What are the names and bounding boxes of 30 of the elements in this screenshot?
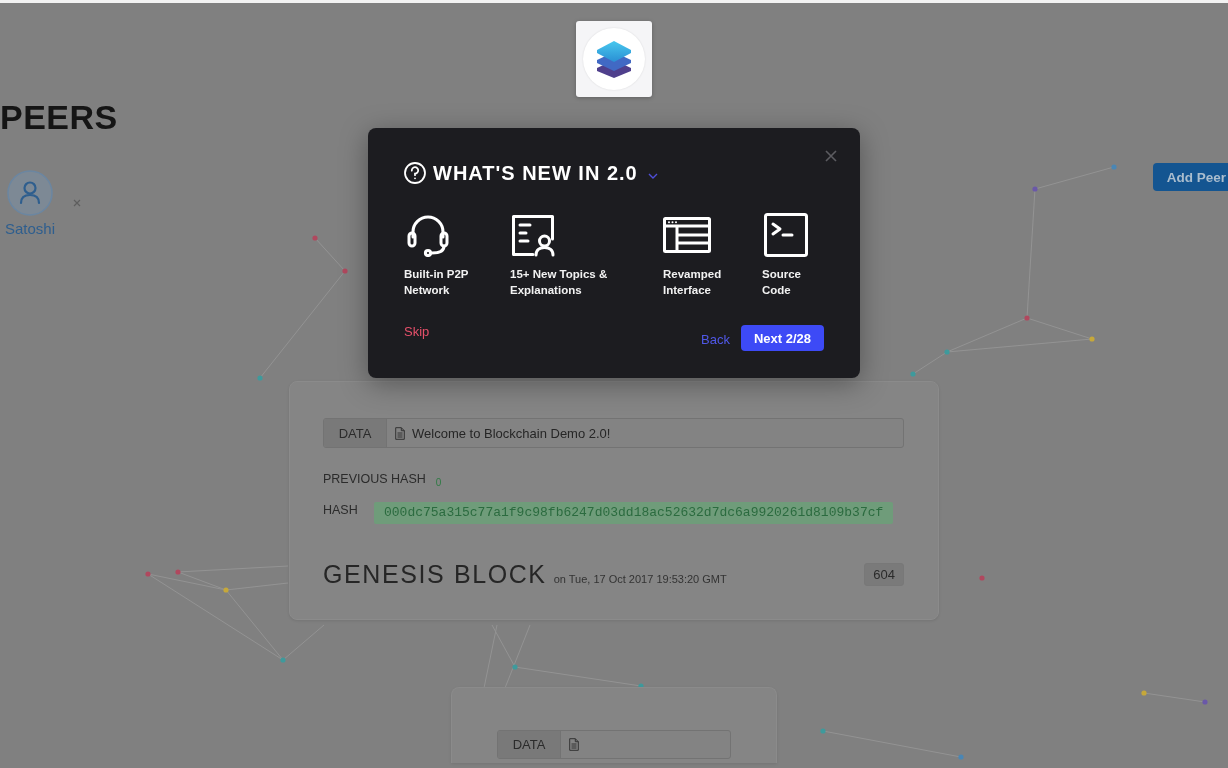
previous-hash-value: 0 xyxy=(435,477,442,488)
feature-label: 15+ New Topics & Explanations xyxy=(510,267,609,298)
block-timestamp: on Tue, 17 Oct 2017 19:53:20 GMT xyxy=(553,573,727,585)
document-person-icon xyxy=(511,213,557,257)
close-icon[interactable] xyxy=(73,199,81,207)
terminal-icon xyxy=(764,213,808,257)
close-icon[interactable] xyxy=(825,150,837,162)
browser-window-icon xyxy=(663,217,711,253)
block-title: GENESIS BLOCK xyxy=(323,559,547,589)
feature-label: Revamped Interface xyxy=(663,267,723,298)
hash-label: HASH xyxy=(323,503,359,517)
add-peer-button[interactable]: Add Peer xyxy=(1152,163,1228,191)
next-button[interactable]: Next 2/28 xyxy=(740,325,824,351)
dialog-title: WHAT'S NEW IN 2.0 xyxy=(433,162,638,184)
layers-logo-icon xyxy=(576,21,652,97)
feature-label: Source Code xyxy=(762,267,802,298)
avatar-icon[interactable] xyxy=(7,170,53,216)
section-heading: PEERS xyxy=(0,97,118,137)
headset-icon xyxy=(406,213,450,257)
hash-value: 000dc75a315c77a1f9c98fb6247d03dd18ac52632d7dc6a9920261d8109b37cf xyxy=(374,502,894,524)
chevron-down-icon[interactable] xyxy=(647,173,658,179)
help-icon xyxy=(404,162,426,184)
back-link[interactable]: Back xyxy=(701,331,730,347)
previous-hash-label: PREVIOUS HASH xyxy=(323,472,426,486)
peer-name: Satoshi xyxy=(4,220,55,237)
feature-label: Built-in P2P Network xyxy=(404,267,470,298)
nonce-value: 604 xyxy=(864,562,904,586)
network-graph xyxy=(1141,690,1208,705)
network-graph xyxy=(979,575,985,581)
skip-link[interactable]: Skip xyxy=(404,324,430,340)
